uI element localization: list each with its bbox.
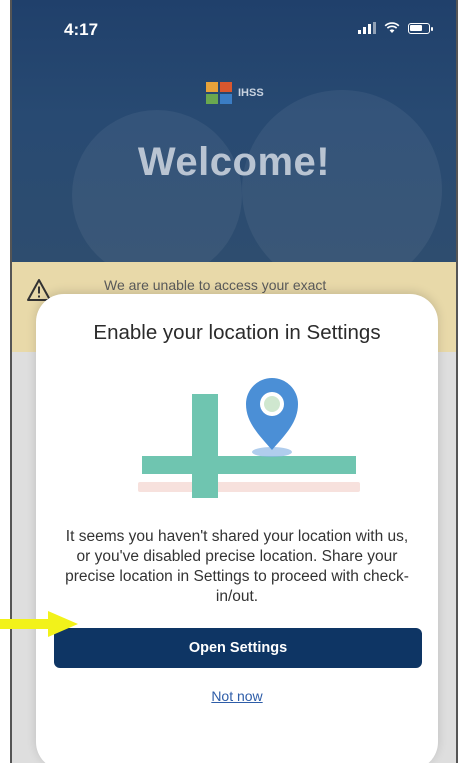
map-location-pin-icon bbox=[138, 378, 360, 498]
not-now-link[interactable]: Not now bbox=[36, 688, 438, 704]
modal-body-text: It seems you haven't shared your locatio… bbox=[65, 528, 409, 605]
phone-screen: 4:17 IHSS Welcome! We are unable to acce… bbox=[10, 0, 458, 763]
open-settings-button[interactable]: Open Settings bbox=[54, 628, 422, 668]
location-settings-modal: Enable your location in Settings It seem… bbox=[36, 294, 438, 763]
modal-title: Enable your location in Settings bbox=[93, 321, 381, 344]
yellow-arrow-icon bbox=[0, 611, 78, 637]
